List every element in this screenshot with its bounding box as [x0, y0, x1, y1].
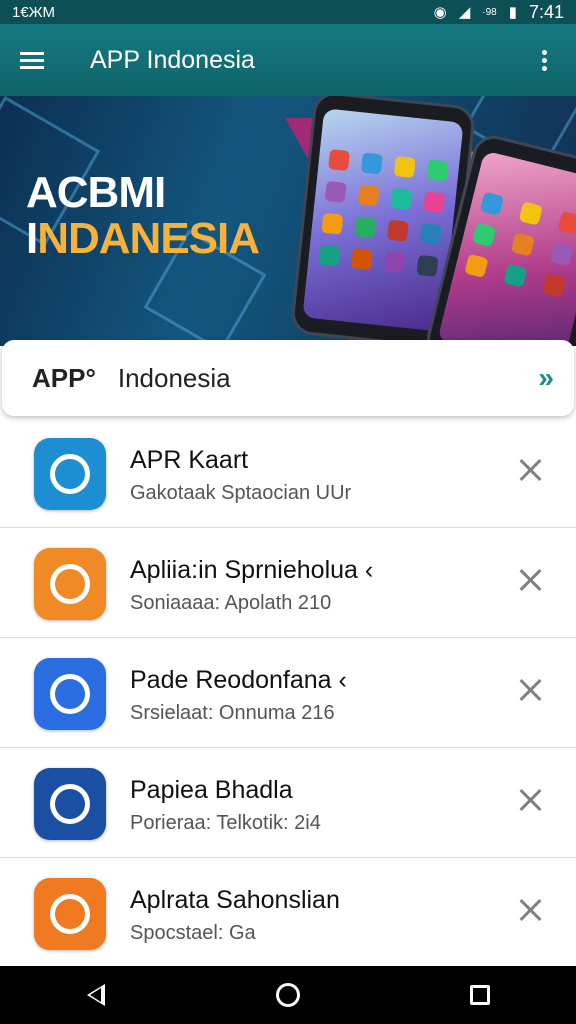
home-icon [276, 983, 300, 1007]
app-name: Aplrata Sahonslian [130, 886, 340, 914]
close-icon[interactable] [518, 678, 542, 702]
list-item[interactable]: Aplrata Sahonslian Spocstael: Ga [0, 858, 576, 968]
more-vertical-icon[interactable] [512, 24, 576, 96]
double-chevron-right-icon[interactable]: » [538, 362, 553, 394]
banner-title: ACBMI INDANESIA [26, 168, 260, 263]
status-small-text: ·98 [482, 6, 497, 18]
back-icon [87, 984, 105, 1006]
signal-icon: ◢ [458, 3, 471, 21]
app-subtitle: Srsielaat: Onnuma 216 [130, 702, 335, 724]
app-subtitle: Soniaaaa: Apolath 210 [130, 592, 332, 614]
app-icon [34, 768, 106, 840]
status-time: 7:41 [528, 1, 564, 22]
section-title: APP° Indonesia [32, 362, 231, 393]
app-icon [34, 438, 106, 510]
recents-icon [470, 985, 490, 1005]
list-item[interactable]: Apliia:in Sprnieholua ‹ Soniaaaa: Apolat… [0, 528, 576, 638]
battery-icon: ▮ [508, 3, 517, 21]
status-icons: ◉ ◢ ·98 ▮ 7:41 [434, 2, 564, 23]
app-name: APR Kaart [130, 446, 249, 474]
system-nav-bar [0, 966, 576, 1024]
back-button[interactable] [66, 966, 126, 1024]
app-bar: APP Indonesia [0, 24, 576, 96]
wifi-icon: ◉ [433, 3, 447, 21]
list-item[interactable]: Papiea Bhadla Porieraa: Telkotik: 2i4 [0, 748, 576, 858]
app-title: APP Indonesia [90, 45, 255, 74]
status-bar: 1€ЖМ ◉ ◢ ·98 ▮ 7:41 [0, 0, 576, 24]
close-icon[interactable] [518, 458, 542, 482]
close-icon[interactable] [518, 788, 542, 812]
app-subtitle: Porieraa: Telkotik: 2i4 [130, 812, 321, 834]
home-button[interactable] [258, 966, 318, 1024]
app-list: APR Kaart Gakotaak Sptaocian UUr Apliia:… [0, 418, 576, 968]
app-name: Pade Reodonfana ‹ [130, 666, 347, 694]
section-header-card[interactable]: APP° Indonesia » [2, 340, 574, 416]
app-name: Papiea Bhadla [130, 776, 293, 804]
app-subtitle: Spocstael: Ga [130, 922, 256, 944]
menu-icon[interactable] [0, 24, 64, 96]
app-icon [34, 878, 106, 950]
promo-banner[interactable]: ACBMI INDANESIA [0, 96, 576, 346]
banner-title-line2: INDANESIA [26, 214, 260, 263]
recents-button[interactable] [450, 966, 510, 1024]
app-icon [34, 548, 106, 620]
close-icon[interactable] [518, 568, 542, 592]
app-icon [34, 658, 106, 730]
app-name: Apliia:in Sprnieholua ‹ [130, 556, 374, 584]
list-item[interactable]: Pade Reodonfana ‹ Srsielaat: Onnuma 216 [0, 638, 576, 748]
close-icon[interactable] [518, 898, 542, 922]
status-left-text: 1€ЖМ [12, 3, 56, 21]
app-subtitle: Gakotaak Sptaocian UUr [130, 482, 352, 504]
banner-title-line1: ACBMI [26, 168, 166, 217]
list-item[interactable]: APR Kaart Gakotaak Sptaocian UUr [0, 418, 576, 528]
